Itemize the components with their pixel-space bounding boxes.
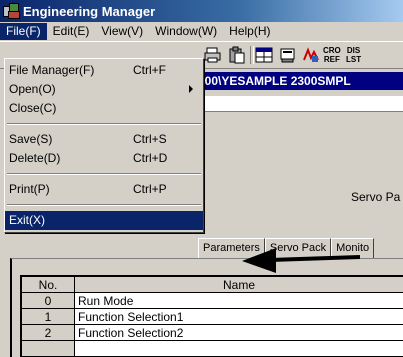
app-icon	[3, 3, 19, 19]
menu-item-label: Open(O)	[9, 82, 56, 96]
menu-item-file-manager[interactable]: File Manager(F) Ctrl+F	[5, 61, 203, 80]
menu-file[interactable]: File(F)	[0, 23, 47, 40]
table-row[interactable]	[22, 341, 403, 357]
servo-pack-label: Servo Pa	[351, 190, 400, 204]
file-menu-dropdown: File Manager(F) Ctrl+F Open(O) Close(C) …	[4, 58, 204, 233]
window-title: Engineering Manager	[23, 4, 155, 19]
tab-strip: Parameters Servo Pack Monito	[198, 238, 374, 258]
menu-view[interactable]: View(V)	[95, 23, 149, 40]
row-number: 1	[22, 309, 75, 325]
menu-separator	[7, 173, 201, 175]
table-row[interactable]: 1 Function Selection1	[22, 309, 403, 325]
menu-item-label: Save(S)	[9, 132, 52, 146]
table-row[interactable]: 0 Run Mode	[22, 293, 403, 309]
print-icon[interactable]	[204, 46, 222, 64]
title-bar: Engineering Manager	[0, 0, 403, 22]
menu-item-label: Print(P)	[9, 182, 50, 196]
table-row[interactable]: 2 Function Selection2	[22, 325, 403, 341]
row-name[interactable]	[75, 341, 403, 357]
cro-ref-button[interactable]: CROREF	[323, 46, 341, 64]
menu-item-shortcut: Ctrl+D	[133, 149, 167, 168]
menu-edit[interactable]: Edit(E)	[47, 23, 96, 40]
toolbar-separator	[250, 46, 254, 64]
row-name[interactable]: Function Selection1	[75, 309, 403, 325]
menu-separator	[7, 123, 201, 125]
column-header-no[interactable]: No.	[22, 277, 75, 293]
tab-servo-pack[interactable]: Servo Pack	[265, 238, 331, 258]
column-header-name[interactable]: Name	[75, 277, 403, 293]
menu-help[interactable]: Help(H)	[223, 23, 276, 40]
row-number: 2	[22, 325, 75, 341]
menu-item-shortcut: Ctrl+S	[133, 130, 167, 149]
row-name[interactable]: Run Mode	[75, 293, 403, 309]
menu-item-label: Delete(D)	[9, 151, 60, 165]
table-icon[interactable]	[255, 46, 273, 64]
menu-item-label: Close(C)	[9, 101, 56, 115]
row-number: 0	[22, 293, 75, 309]
submenu-arrow-icon	[189, 85, 193, 93]
menu-item-shortcut: Ctrl+F	[133, 61, 166, 80]
paste-icon[interactable]	[228, 46, 246, 64]
menu-item-delete[interactable]: Delete(D) Ctrl+D	[5, 149, 203, 168]
row-name[interactable]: Function Selection2	[75, 325, 403, 341]
menu-item-label: Exit(X)	[9, 213, 45, 227]
menu-bar: File(F) Edit(E) View(V) Window(W) Help(H…	[0, 22, 403, 41]
row-number	[22, 341, 75, 357]
tab-monitor[interactable]: Monito	[331, 238, 374, 258]
menu-item-save[interactable]: Save(S) Ctrl+S	[5, 130, 203, 149]
panel-header-strip	[198, 96, 403, 112]
dis-lst-button[interactable]: DISLST	[346, 46, 361, 64]
grid-header: No. Name	[22, 277, 403, 293]
preview-icon[interactable]	[279, 46, 297, 64]
tab-parameters[interactable]: Parameters	[198, 238, 265, 258]
menu-item-open[interactable]: Open(O)	[5, 80, 203, 99]
menu-item-label: File Manager(F)	[9, 63, 94, 77]
path-text: 300\YESAMPLE 2300SMPL	[198, 74, 351, 88]
menu-item-close[interactable]: Close(C)	[5, 99, 203, 118]
menu-item-print[interactable]: Print(P) Ctrl+P	[5, 180, 203, 199]
menu-item-shortcut: Ctrl+P	[133, 180, 167, 199]
path-bar: 300\YESAMPLE 2300SMPL	[198, 72, 403, 90]
menu-separator	[7, 204, 201, 206]
menu-window[interactable]: Window(W)	[149, 23, 223, 40]
trace-icon[interactable]	[302, 46, 320, 64]
menu-item-exit[interactable]: Exit(X)	[5, 211, 203, 230]
parameter-grid: No. Name 0 Run Mode 1 Function Selection…	[20, 275, 403, 357]
